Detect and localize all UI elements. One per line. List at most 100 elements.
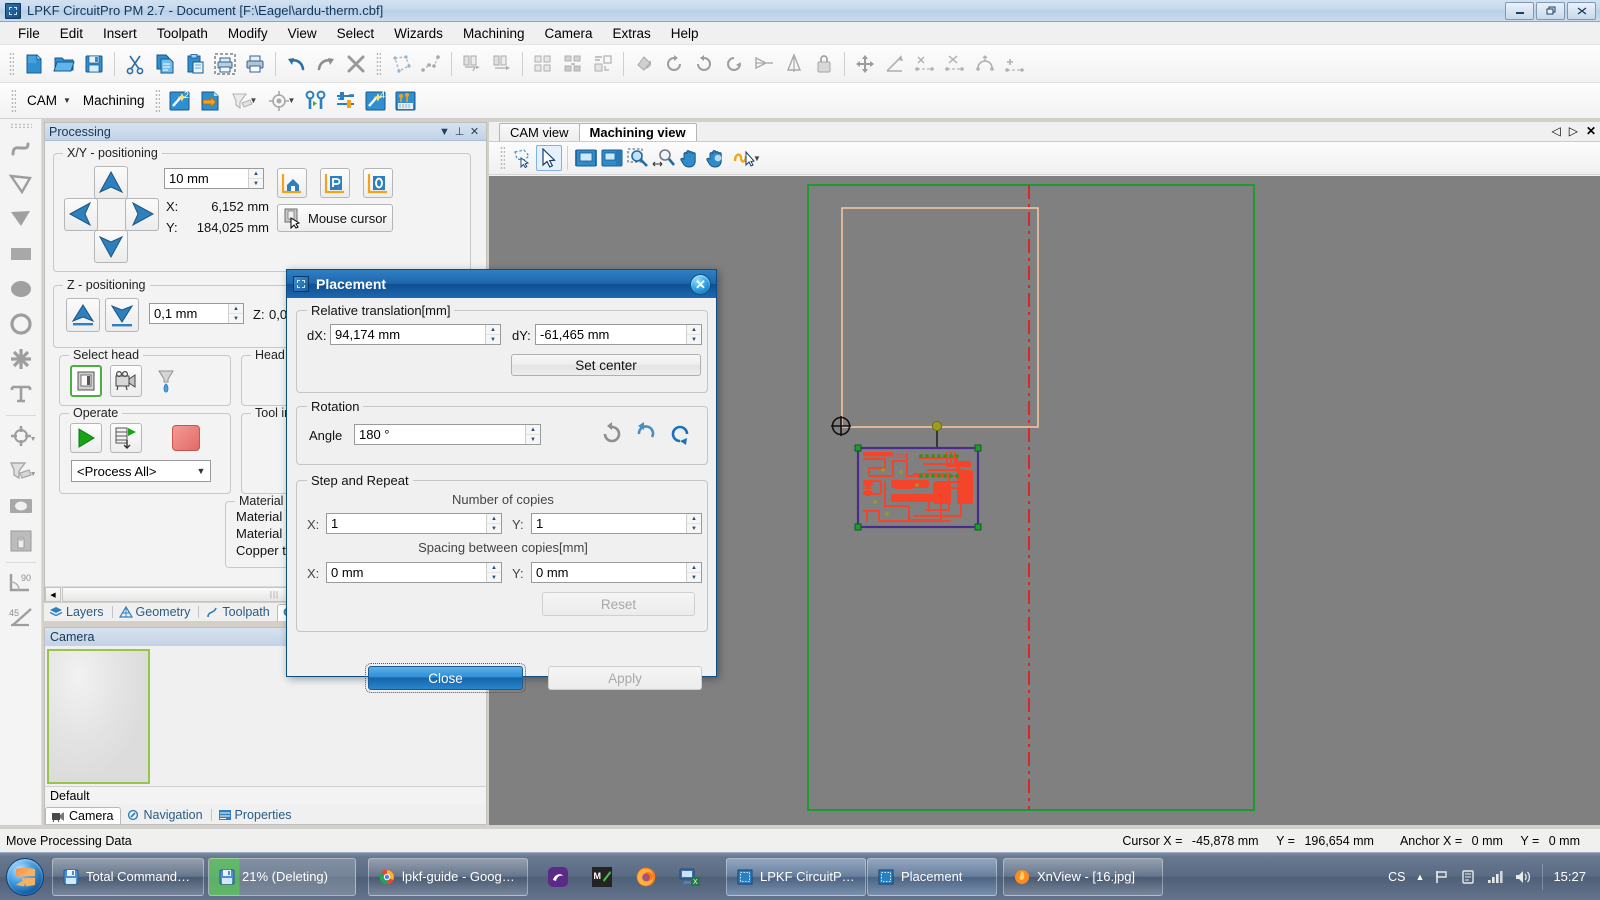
tab-cam-view[interactable]: CAM view bbox=[499, 123, 580, 141]
chevron-up-icon[interactable]: ▲ bbox=[1416, 872, 1425, 882]
xy-step-spinbox[interactable]: ▲▼ bbox=[164, 168, 264, 189]
menu-item-machining[interactable]: Machining bbox=[453, 23, 535, 44]
rotate-ccw-icon[interactable] bbox=[598, 420, 626, 448]
language-indicator[interactable]: CS bbox=[1388, 870, 1405, 884]
move-icon[interactable] bbox=[850, 49, 880, 79]
z-step-spin-arrows[interactable]: ▲ ▼ bbox=[228, 304, 243, 323]
jog-up-button[interactable] bbox=[94, 166, 128, 199]
park-icon[interactable] bbox=[320, 168, 350, 198]
mirror-vertical-icon[interactable] bbox=[779, 49, 809, 79]
jog-left-button[interactable] bbox=[64, 198, 98, 231]
spacing-y-spin-arrows[interactable]: ▲ ▼ bbox=[686, 563, 701, 582]
menu-item-view[interactable]: View bbox=[278, 23, 327, 44]
fit-window-icon[interactable] bbox=[573, 145, 599, 171]
copies-y-spin-arrows[interactable]: ▲ ▼ bbox=[686, 514, 701, 533]
menu-item-toolpath[interactable]: Toolpath bbox=[147, 23, 218, 44]
angle-input[interactable] bbox=[355, 425, 525, 444]
dispenser-head-icon[interactable] bbox=[150, 365, 182, 397]
close-button[interactable]: Close bbox=[365, 663, 526, 693]
dy-spinbox[interactable]: ▲▼ bbox=[535, 324, 702, 345]
camera-tab-camera[interactable]: Camera bbox=[45, 807, 122, 824]
drill-hole-tool[interactable] bbox=[4, 524, 38, 558]
process-selector[interactable]: <Process All> ▼ bbox=[71, 460, 211, 482]
paste-icon[interactable] bbox=[180, 49, 210, 79]
minimize-button[interactable] bbox=[1505, 2, 1534, 20]
filled-circle-tool[interactable] bbox=[4, 272, 38, 306]
mouse-cursor-button[interactable]: Mouse cursor bbox=[277, 204, 393, 232]
pan-icon[interactable] bbox=[677, 145, 703, 171]
rotate-free-icon[interactable] bbox=[659, 49, 689, 79]
camera-tab-properties[interactable]: Properties bbox=[213, 807, 299, 824]
print-preview-icon[interactable] bbox=[210, 49, 240, 79]
camera-head-icon[interactable] bbox=[110, 365, 142, 397]
wizard-4-icon[interactable]: 4 bbox=[361, 86, 391, 116]
angle-spinbox[interactable]: ▲▼ bbox=[354, 424, 541, 445]
copies-y-spinbox[interactable]: ▲▼ bbox=[531, 513, 702, 534]
polygon-select-icon[interactable] bbox=[386, 49, 416, 79]
zero-icon[interactable] bbox=[363, 168, 393, 198]
flip-icon[interactable] bbox=[629, 49, 659, 79]
jog-down-button[interactable] bbox=[94, 230, 128, 263]
trim-icon[interactable] bbox=[910, 49, 940, 79]
angle-spin-arrows[interactable]: ▲ ▼ bbox=[525, 425, 540, 444]
menu-item-wizards[interactable]: Wizards bbox=[384, 23, 453, 44]
eraser-polygon-tool[interactable]: ▼ bbox=[4, 454, 38, 488]
spacing-y-spinbox[interactable]: ▲▼ bbox=[531, 562, 702, 583]
close-icon[interactable]: ✕ bbox=[1586, 124, 1596, 138]
clock[interactable]: 15:27 bbox=[1553, 869, 1590, 884]
add-point-icon[interactable] bbox=[1000, 49, 1030, 79]
taskbar-item-deleting-progress[interactable]: 21% (Deleting) bbox=[208, 857, 356, 896]
prev-icon[interactable]: ◁ bbox=[1551, 124, 1560, 138]
copy-layer-icon[interactable] bbox=[457, 49, 487, 79]
fiducial-target-tool[interactable]: ▼ bbox=[4, 419, 38, 453]
close-icon[interactable]: ✕ bbox=[690, 274, 711, 295]
contour-route-icon[interactable] bbox=[301, 86, 331, 116]
copy-icon[interactable] bbox=[150, 49, 180, 79]
pointer-select-icon[interactable] bbox=[536, 145, 562, 171]
dock-tab-layers[interactable]: Layers bbox=[44, 604, 111, 621]
cam-mode-label[interactable]: CAM bbox=[21, 93, 63, 108]
spacing-x-input[interactable] bbox=[327, 563, 486, 582]
network-signal-icon[interactable] bbox=[1486, 869, 1504, 885]
eraser-tool-icon[interactable]: ▼ bbox=[225, 86, 263, 116]
export-document-icon[interactable] bbox=[195, 86, 225, 116]
copies-y-input[interactable] bbox=[532, 514, 686, 533]
copies-x-spin-arrows[interactable]: ▲ ▼ bbox=[486, 514, 501, 533]
save-document-icon[interactable] bbox=[79, 49, 109, 79]
rotate-ccw-icon[interactable] bbox=[689, 49, 719, 79]
undo-icon[interactable] bbox=[281, 49, 311, 79]
toolbar-grip[interactable] bbox=[376, 51, 381, 76]
menu-item-camera[interactable]: Camera bbox=[534, 23, 602, 44]
taskbar-item-firefox[interactable] bbox=[626, 858, 666, 896]
angle-45-tool[interactable]: 45 bbox=[4, 601, 38, 635]
placement-dialog[interactable]: Placement ✕ Relative translation[mm] dX:… bbox=[286, 269, 717, 693]
placement-dialog-titlebar[interactable]: Placement ✕ bbox=[287, 270, 716, 298]
delete-icon[interactable] bbox=[341, 49, 371, 79]
measure-angle-icon[interactable] bbox=[880, 49, 910, 79]
ungroup-icon[interactable] bbox=[558, 49, 588, 79]
taskbar-item-xnview[interactable]: XnView - [16.jpg] bbox=[1003, 857, 1163, 896]
chevron-down-icon[interactable]: ▼ bbox=[30, 471, 37, 478]
chevron-down-icon[interactable]: ▼ bbox=[288, 96, 296, 105]
chevron-down-icon[interactable]: ▼ bbox=[250, 96, 258, 105]
zoom-dynamic-icon[interactable] bbox=[651, 145, 677, 171]
rotate-half-icon[interactable] bbox=[632, 420, 660, 448]
menu-item-help[interactable]: Help bbox=[661, 23, 709, 44]
start-button[interactable] bbox=[6, 857, 44, 896]
menu-item-modify[interactable]: Modify bbox=[218, 23, 278, 44]
camera-preview[interactable] bbox=[47, 649, 150, 784]
filled-polygon-tool[interactable] bbox=[4, 202, 38, 236]
jog-right-button[interactable] bbox=[125, 198, 159, 231]
pan-dynamic-icon[interactable] bbox=[703, 145, 729, 171]
jog-z-down-button[interactable] bbox=[105, 298, 139, 332]
path-points-icon[interactable] bbox=[416, 49, 446, 79]
z-step-spinbox[interactable]: ▲▼ bbox=[149, 303, 244, 324]
tab-machining-view[interactable]: Machining view bbox=[578, 123, 697, 141]
settings-sliders-icon[interactable] bbox=[331, 86, 361, 116]
curve-select-icon[interactable]: ▼ bbox=[729, 143, 767, 173]
angle-90-tool[interactable]: 90 bbox=[4, 566, 38, 600]
rectangle-tool[interactable] bbox=[4, 237, 38, 271]
dx-spin-arrows[interactable]: ▲ ▼ bbox=[485, 325, 500, 344]
volume-icon[interactable] bbox=[1514, 869, 1532, 885]
intersect-icon[interactable] bbox=[940, 49, 970, 79]
